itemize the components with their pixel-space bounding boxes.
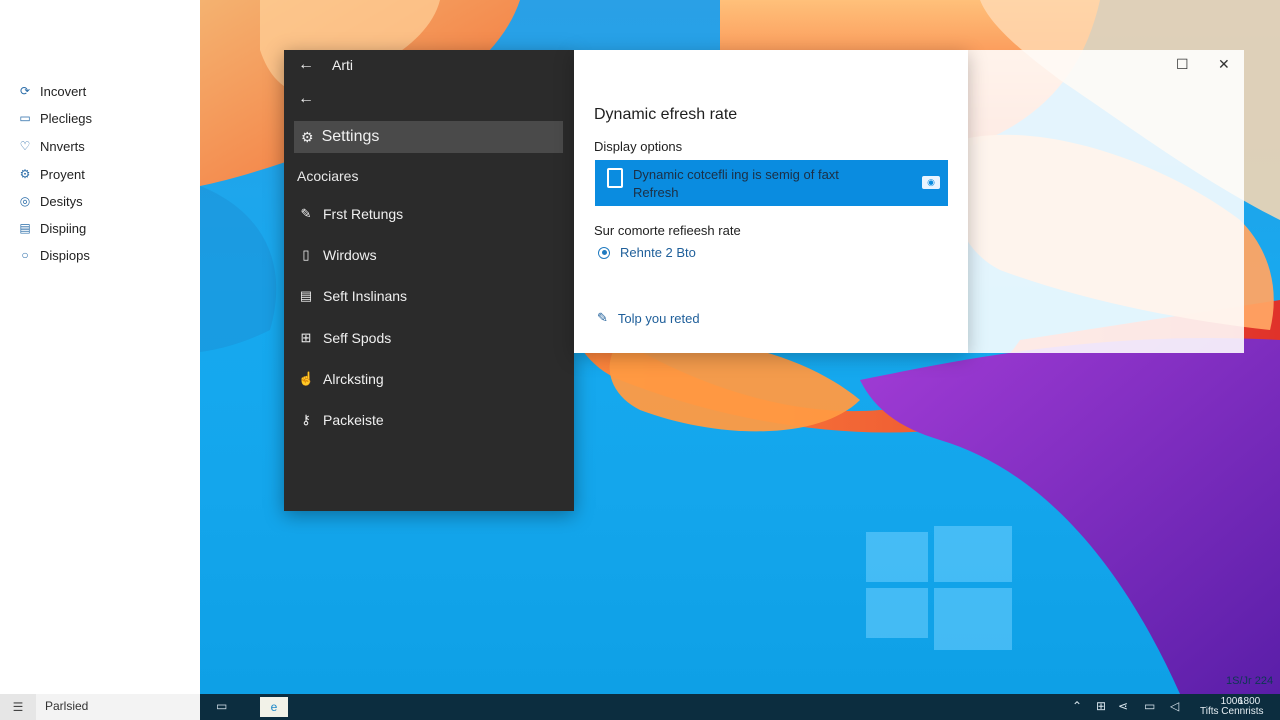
nav-item-settings-label: Settings xyxy=(321,128,380,145)
globe-icon: ◎ xyxy=(19,194,31,208)
windows-logo xyxy=(866,526,1012,650)
nav-item-label: Seft Inslinans xyxy=(323,288,408,304)
radio-icon xyxy=(598,246,610,259)
hand-icon: ☝ xyxy=(298,371,315,386)
settings-header: ← Arti xyxy=(298,56,353,74)
left-item-incovert[interactable]: ⟳ Incovert xyxy=(18,81,86,101)
close-icon[interactable]: ✕ xyxy=(1218,56,1230,73)
window-icon: ▯ xyxy=(302,247,310,262)
nav-item-alrcksting[interactable]: ☝ Alrcksting xyxy=(298,368,384,390)
nav-item-packeiste[interactable]: ⚷ Packeiste xyxy=(298,409,384,431)
refresh-rate-label: Sur comorte refieesh rate xyxy=(594,223,741,238)
task-view-icon[interactable]: ▭ xyxy=(216,699,227,713)
nav-item-label: Packeiste xyxy=(323,412,384,428)
nav-item-settings[interactable]: ⚙ Settings xyxy=(294,121,563,153)
left-item-nnverts[interactable]: ♡ Nnverts xyxy=(18,136,85,156)
left-item-label: Proyent xyxy=(40,166,85,182)
back-arrow-icon[interactable]: ← xyxy=(298,90,314,108)
maximize-icon[interactable]: ☐ xyxy=(1176,56,1189,73)
option-line1: Dynamic cotcefli ing is semig of faxt xyxy=(633,167,839,182)
speaker-icon: ⊞ xyxy=(300,330,312,345)
radio-label: Rehnte 2 Bto xyxy=(620,245,696,260)
grid-icon[interactable]: ⊞ xyxy=(1096,699,1106,713)
section-header: Acociares xyxy=(297,168,359,184)
pin-icon: ♡ xyxy=(19,139,31,153)
display-option-selected[interactable]: Dynamic cotcefli ing is semig of faxt Re… xyxy=(595,160,948,206)
left-item-label: Nnverts xyxy=(40,138,85,154)
help-pen-icon: ✎ xyxy=(597,310,608,325)
gear-icon: ⚙ xyxy=(19,167,31,181)
list-icon: ▤ xyxy=(299,288,313,303)
left-item-desitys[interactable]: ◎ Desitys xyxy=(18,191,83,211)
gear-icon: ⚙ xyxy=(301,128,314,145)
left-item-label: Dispiing xyxy=(40,220,87,236)
back-arrow-icon[interactable]: ← xyxy=(298,56,314,74)
volume-icon[interactable]: ◁ xyxy=(1170,699,1179,713)
share-icon[interactable]: ⋖ xyxy=(1118,699,1128,713)
pen-icon: ✎ xyxy=(300,206,312,221)
key-icon: ⚷ xyxy=(301,412,311,427)
refresh-rate-dialog: Dynamic efresh rate Display options Dyna… xyxy=(574,50,968,353)
left-item-label: Desitys xyxy=(40,193,83,209)
help-link-label: Tolp you reted xyxy=(617,310,700,326)
monitor-icon: ▭ xyxy=(19,111,31,125)
left-item-dispiing[interactable]: ▤ Dispiing xyxy=(18,218,86,238)
nav-item-label: Frst Retungs xyxy=(323,206,404,222)
display-icon: ▤ xyxy=(19,221,31,235)
left-bottom-bar: ☰ Parlsied xyxy=(0,694,200,720)
nav-item-label: Wirdows xyxy=(323,247,377,263)
left-navigation-panel: ⟳ Incovert ▭ Plecliegs ♡ Nnverts ⚙ Proye… xyxy=(0,0,200,694)
nav-item-seft-inslinans[interactable]: ▤ Seft Inslinans xyxy=(298,285,407,307)
camera-icon[interactable]: ◉ xyxy=(922,176,940,189)
browser-icon[interactable]: e xyxy=(260,697,288,717)
left-item-label: Incovert xyxy=(40,83,87,99)
chevron-up-icon[interactable]: ⌃ xyxy=(1072,699,1082,713)
nav-item-label: Alrcksting xyxy=(323,371,384,387)
left-bottom-label: Parlsied xyxy=(45,699,89,713)
left-item-dispiops[interactable]: ○ Dispiops xyxy=(18,245,90,265)
taskbar-clock2[interactable]: 1800 xyxy=(1238,697,1260,707)
help-link[interactable]: ✎ Tolp you reted xyxy=(597,310,700,326)
list-icon[interactable]: ☰ xyxy=(0,694,36,720)
circle-icon: ○ xyxy=(21,248,29,262)
left-item-plecliegs[interactable]: ▭ Plecliegs xyxy=(18,108,92,128)
nav-item-wirdows[interactable]: ▯ Wirdows xyxy=(298,244,377,266)
monitor-icon[interactable]: ▭ xyxy=(1144,699,1155,713)
taskbar-date-value: Tifts Cennrists xyxy=(1200,706,1264,717)
option-line2: Refresh xyxy=(633,185,679,200)
left-item-proyent[interactable]: ⚙ Proyent xyxy=(18,164,85,184)
phone-icon xyxy=(607,168,623,188)
nav-item-frst-retungs[interactable]: ✎ Frst Retungs xyxy=(298,203,404,225)
left-item-label: Plecliegs xyxy=(40,110,93,126)
desktop-date: 1S/Jr 224 xyxy=(1226,675,1274,687)
nav-item-label: Seff Spods xyxy=(323,330,392,346)
left-item-label: Dispiops xyxy=(40,247,90,263)
nav-item-seff-spods[interactable]: ⊞ Seff Spods xyxy=(298,327,392,349)
sync-icon: ⟳ xyxy=(19,84,31,98)
dialog-subtitle: Display options xyxy=(594,139,683,154)
settings-window: ← Arti ← ⚙ Settings Acociares ✎ Frst Ret… xyxy=(284,50,574,511)
settings-window-title: Arti xyxy=(332,57,353,73)
refresh-rate-radio[interactable]: Rehnte 2 Bto xyxy=(598,245,696,260)
dialog-title: Dynamic efresh rate xyxy=(594,106,738,123)
taskbar: ▭ e ⌃ ⊞ ⋖ ▭ ◁ 1006 Tifts Cennrists 1800 xyxy=(200,694,1280,720)
dialog-extension: ☐ ✕ xyxy=(968,50,1244,353)
